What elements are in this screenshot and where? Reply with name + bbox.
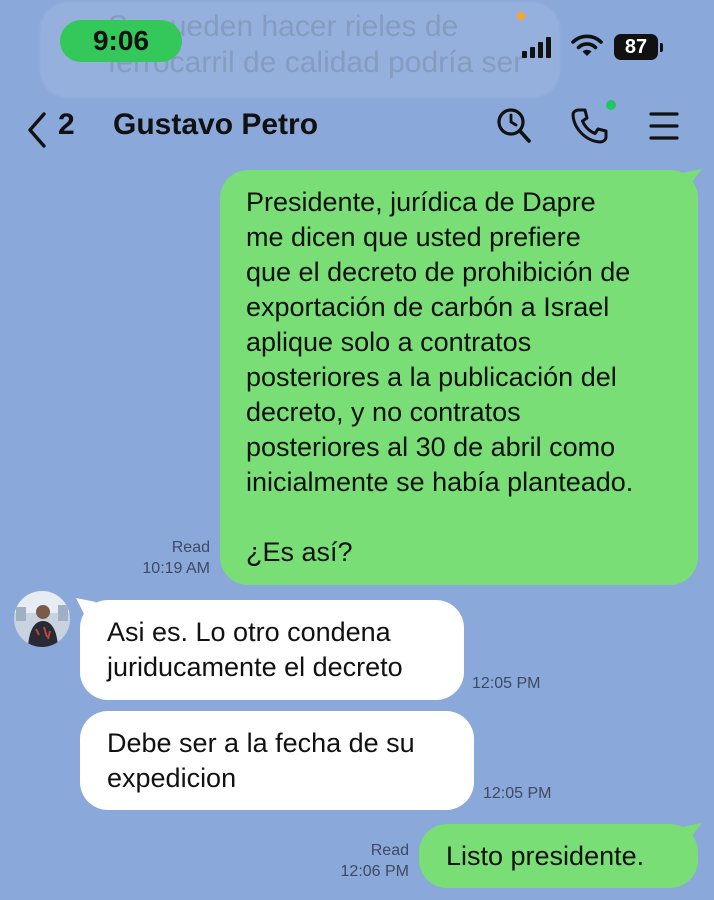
incoming-message-bubble[interactable]: Debe ser a la fecha de su expedicion	[80, 711, 474, 810]
message-time: 10:19 AM	[142, 560, 210, 577]
wifi-icon	[571, 34, 603, 56]
search-icon[interactable]	[496, 106, 534, 146]
unread-count[interactable]: 2	[58, 108, 75, 142]
bubble-tail	[682, 169, 702, 187]
message-text: Asi es. Lo otro condena juriducamente el…	[107, 617, 403, 682]
status-time: 9:06	[60, 20, 182, 62]
message-text: Presidente, jurídica de Dapre me dicen q…	[246, 187, 634, 567]
outgoing-message-bubble[interactable]: Presidente, jurídica de Dapre me dicen q…	[220, 170, 698, 585]
message-time: 12:05 PM	[472, 675, 541, 692]
signal-icon	[522, 36, 551, 58]
chat-header: 2 Gustavo Petro	[0, 96, 714, 160]
battery-icon: 87	[614, 34, 658, 60]
read-receipt: Read	[370, 842, 409, 859]
privacy-indicator	[517, 12, 525, 20]
read-receipt: Read	[171, 539, 210, 556]
call-status-dot	[606, 100, 616, 110]
menu-icon[interactable]	[648, 106, 680, 146]
avatar[interactable]	[14, 591, 70, 647]
message-text: Listo presidente.	[446, 841, 645, 871]
incoming-message-bubble[interactable]: Asi es. Lo otro condena juriducamente el…	[80, 600, 464, 700]
message-text: Debe ser a la fecha de su expedicion	[107, 728, 415, 793]
back-chevron-icon[interactable]	[24, 110, 50, 150]
contact-avatar-image	[14, 591, 70, 647]
battery-level: 87	[624, 35, 648, 58]
bubble-tail	[682, 823, 702, 841]
battery-tip	[660, 43, 663, 52]
outgoing-message-bubble[interactable]: Listo presidente.	[419, 824, 698, 888]
contact-name[interactable]: Gustavo Petro	[113, 108, 318, 142]
message-time: 12:06 PM	[340, 863, 409, 880]
message-time: 12:05 PM	[483, 785, 552, 802]
status-bar: 9:06 87	[0, 0, 714, 80]
phone-icon[interactable]	[569, 106, 609, 146]
